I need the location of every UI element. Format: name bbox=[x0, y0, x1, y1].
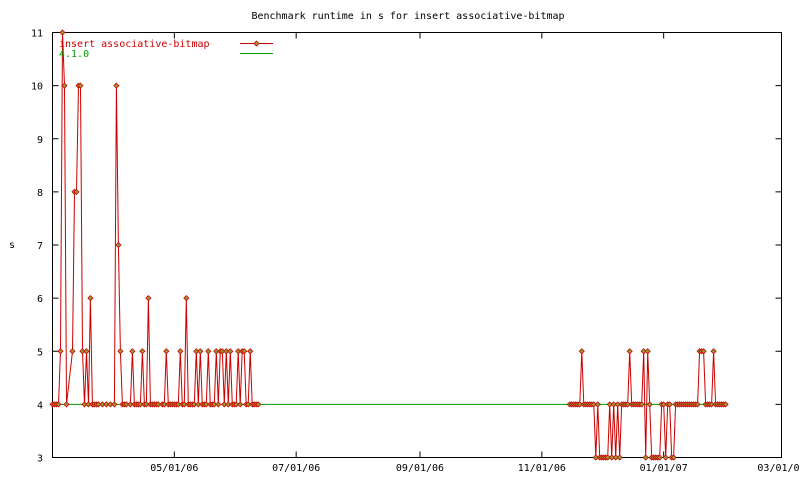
data-point bbox=[616, 454, 623, 461]
y-tick-label: 5 bbox=[37, 347, 43, 358]
x-tick-label: 11/01/06 bbox=[518, 463, 566, 474]
data-point bbox=[177, 348, 184, 355]
data-point bbox=[83, 348, 90, 355]
x-tick-label: 07/01/06 bbox=[272, 463, 320, 474]
data-point bbox=[205, 348, 212, 355]
x-tick-label: 09/01/06 bbox=[396, 463, 444, 474]
data-point bbox=[163, 348, 170, 355]
data-point bbox=[113, 82, 120, 89]
data-point bbox=[594, 401, 601, 408]
chart-title: Benchmark runtime in s for insert associ… bbox=[251, 11, 564, 22]
plot-frame bbox=[52, 32, 782, 458]
data-point bbox=[626, 348, 633, 355]
series-line-insert-associative-bitmap-part-1 bbox=[52, 32, 259, 405]
data-point bbox=[115, 241, 122, 249]
legend-label-4-1-0: 4.1.0 bbox=[59, 49, 89, 60]
data-point bbox=[227, 348, 234, 355]
legend: insert associative-bitmap 4.1.0 bbox=[59, 39, 273, 60]
data-point bbox=[129, 348, 136, 355]
x-tick-label: 01/01/07 bbox=[640, 463, 688, 474]
y-tick-label: 9 bbox=[37, 135, 43, 146]
data-point bbox=[710, 348, 717, 355]
series-lines bbox=[52, 32, 726, 458]
y-tick-label: 10 bbox=[31, 82, 43, 93]
data-point bbox=[87, 295, 94, 302]
legend-marker bbox=[253, 40, 260, 47]
data-point bbox=[646, 401, 653, 408]
y-tick-label: 11 bbox=[31, 29, 43, 40]
data-point bbox=[642, 454, 649, 461]
data-point bbox=[237, 401, 244, 408]
y-tick-label: 3 bbox=[37, 454, 43, 465]
x-tick-label: 05/01/06 bbox=[150, 463, 198, 474]
data-point bbox=[57, 348, 64, 355]
data-point bbox=[197, 348, 204, 355]
data-point bbox=[215, 401, 222, 408]
data-markers bbox=[49, 29, 729, 461]
chart: Benchmark runtime in s for insert associ… bbox=[9, 11, 800, 474]
data-point bbox=[61, 82, 68, 89]
y-tick-label: 8 bbox=[37, 188, 43, 199]
data-point bbox=[117, 348, 124, 355]
data-point bbox=[69, 348, 76, 355]
data-point bbox=[145, 295, 152, 302]
y-axis-label: s bbox=[9, 240, 15, 251]
y-tick-label: 7 bbox=[37, 241, 43, 252]
data-point bbox=[111, 401, 118, 408]
data-point bbox=[247, 348, 254, 355]
data-point bbox=[644, 348, 651, 355]
data-point bbox=[139, 348, 146, 355]
data-point bbox=[59, 29, 66, 36]
data-point bbox=[63, 401, 70, 408]
data-point bbox=[183, 295, 190, 302]
y-tick-label: 4 bbox=[37, 400, 43, 411]
data-point bbox=[578, 348, 585, 355]
y-tick-label: 6 bbox=[37, 294, 43, 305]
x-tick-label: 03/01/07 bbox=[757, 463, 800, 474]
